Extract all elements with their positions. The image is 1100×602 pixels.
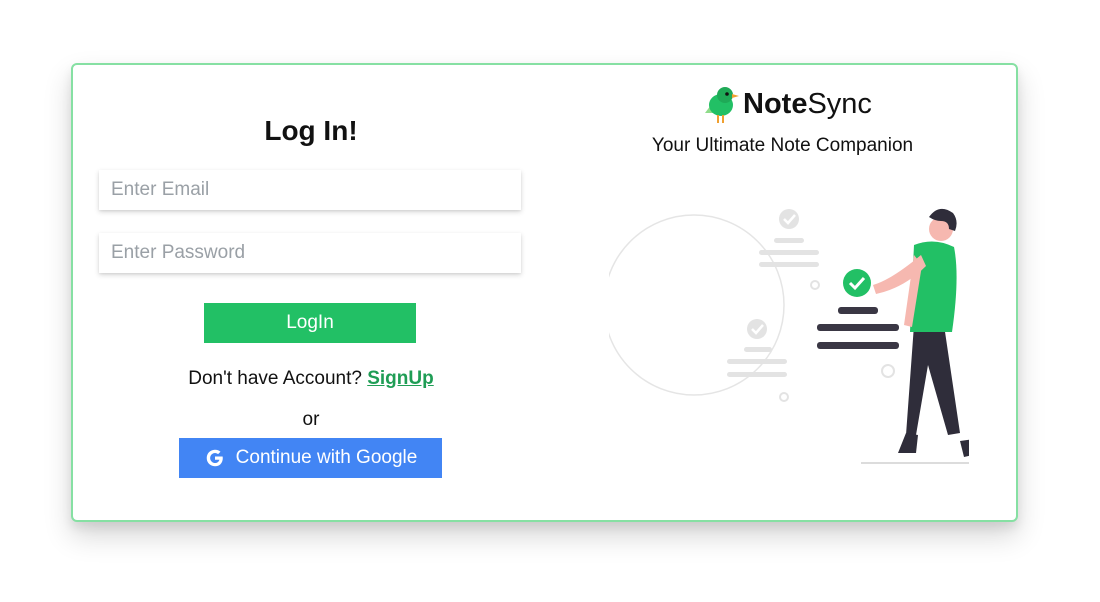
or-divider: or	[302, 409, 320, 430]
brand-panel: NoteSync Your Ultimate Note Companion	[549, 65, 1016, 520]
login-button[interactable]: LogIn	[204, 303, 416, 343]
google-signin-button[interactable]: Continue with Google	[179, 438, 442, 478]
brand-tagline: Your Ultimate Note Companion	[651, 135, 914, 156]
brand-name: NoteSync	[743, 87, 872, 120]
brand-logo: NoteSync	[699, 83, 872, 125]
login-panel: Log In! LogIn Don't have Account? SignUp…	[73, 65, 549, 520]
google-button-label: Continue with Google	[235, 447, 418, 468]
signup-prompt: Don't have Account?	[188, 368, 362, 389]
signup-link[interactable]: SignUp	[367, 368, 434, 389]
signup-row: Don't have Account? SignUp	[73, 368, 549, 390]
person-checklist-illustration	[609, 208, 969, 464]
google-icon	[206, 449, 223, 467]
email-field[interactable]	[99, 170, 521, 210]
password-field[interactable]	[99, 233, 521, 273]
page-title: Log In!	[264, 115, 358, 146]
login-card: Log In! LogIn Don't have Account? SignUp…	[71, 63, 1018, 522]
bird-icon	[705, 87, 739, 123]
